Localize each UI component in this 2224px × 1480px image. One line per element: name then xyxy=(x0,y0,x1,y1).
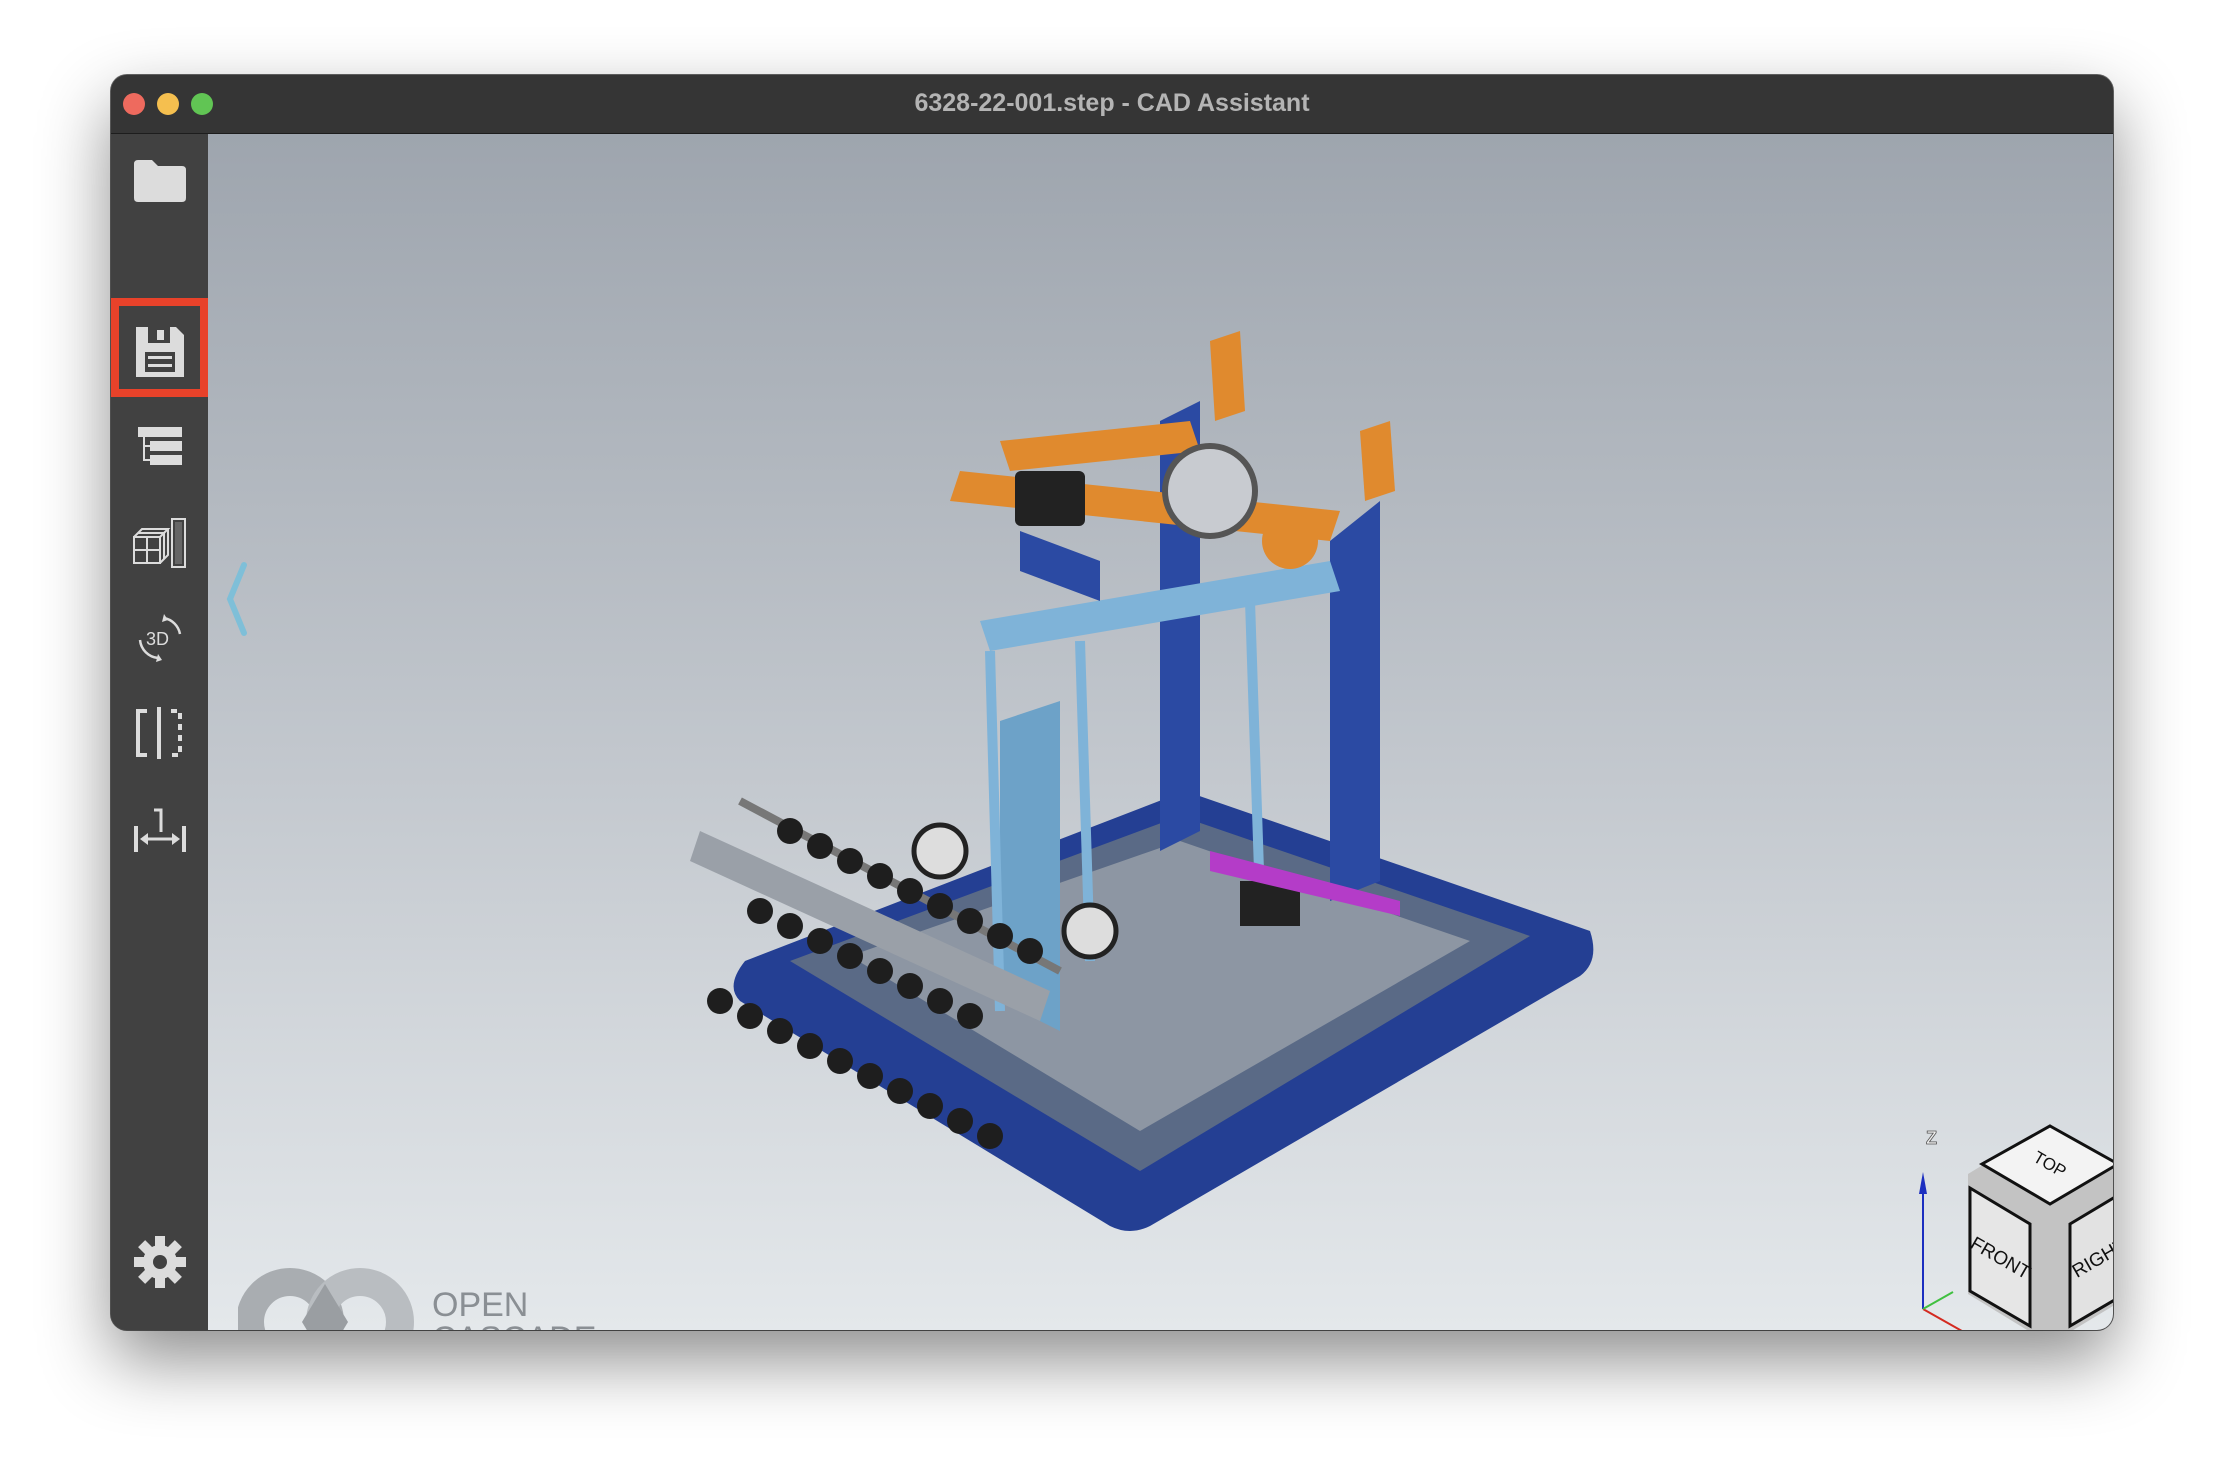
about-button[interactable] xyxy=(125,1324,195,1330)
logo-line-2: CASCADE xyxy=(432,1322,596,1330)
measure-button[interactable] xyxy=(125,794,195,864)
tree-icon xyxy=(138,427,182,465)
folder-icon xyxy=(134,160,186,202)
model-tree-button[interactable] xyxy=(125,412,195,482)
measure-icon xyxy=(134,808,186,852)
display-mode-icon xyxy=(133,518,186,568)
axis-z-label: Z xyxy=(1926,1128,1937,1148)
gear-icon xyxy=(134,1236,186,1288)
settings-button[interactable] xyxy=(125,1227,195,1297)
sidebar: 3D xyxy=(111,134,208,1330)
3d-viewport[interactable]: OPEN CASCADE Z X TOP FRONT RIGHT xyxy=(208,134,2113,1330)
display-mode-button[interactable] xyxy=(125,508,195,578)
open-button[interactable] xyxy=(125,146,195,216)
3d-rotate-icon: 3D xyxy=(138,614,182,662)
clipping-plane-icon xyxy=(136,707,182,759)
y-axis xyxy=(1922,1291,1954,1310)
window-title: 6328-22-001.step - CAD Assistant xyxy=(914,89,1310,117)
view-3d-button[interactable]: 3D xyxy=(125,603,195,673)
save-button[interactable] xyxy=(125,317,195,387)
section-button[interactable] xyxy=(125,698,195,768)
logo-mark-icon xyxy=(238,1268,414,1330)
open-cascade-logo: OPEN CASCADE xyxy=(238,1264,596,1330)
logo-line-1: OPEN xyxy=(432,1286,529,1324)
app-window: 6328-22-001.step - CAD Assistant 3D OPEN… xyxy=(111,75,2113,1330)
view-cube[interactable]: Z X TOP FRONT RIGHT xyxy=(1878,1104,2113,1330)
title-bar: 6328-22-001.step - CAD Assistant xyxy=(111,75,2113,134)
robot-model[interactable] xyxy=(208,134,2113,1330)
svg-text:3D: 3D xyxy=(146,629,169,649)
save-icon xyxy=(136,327,184,377)
